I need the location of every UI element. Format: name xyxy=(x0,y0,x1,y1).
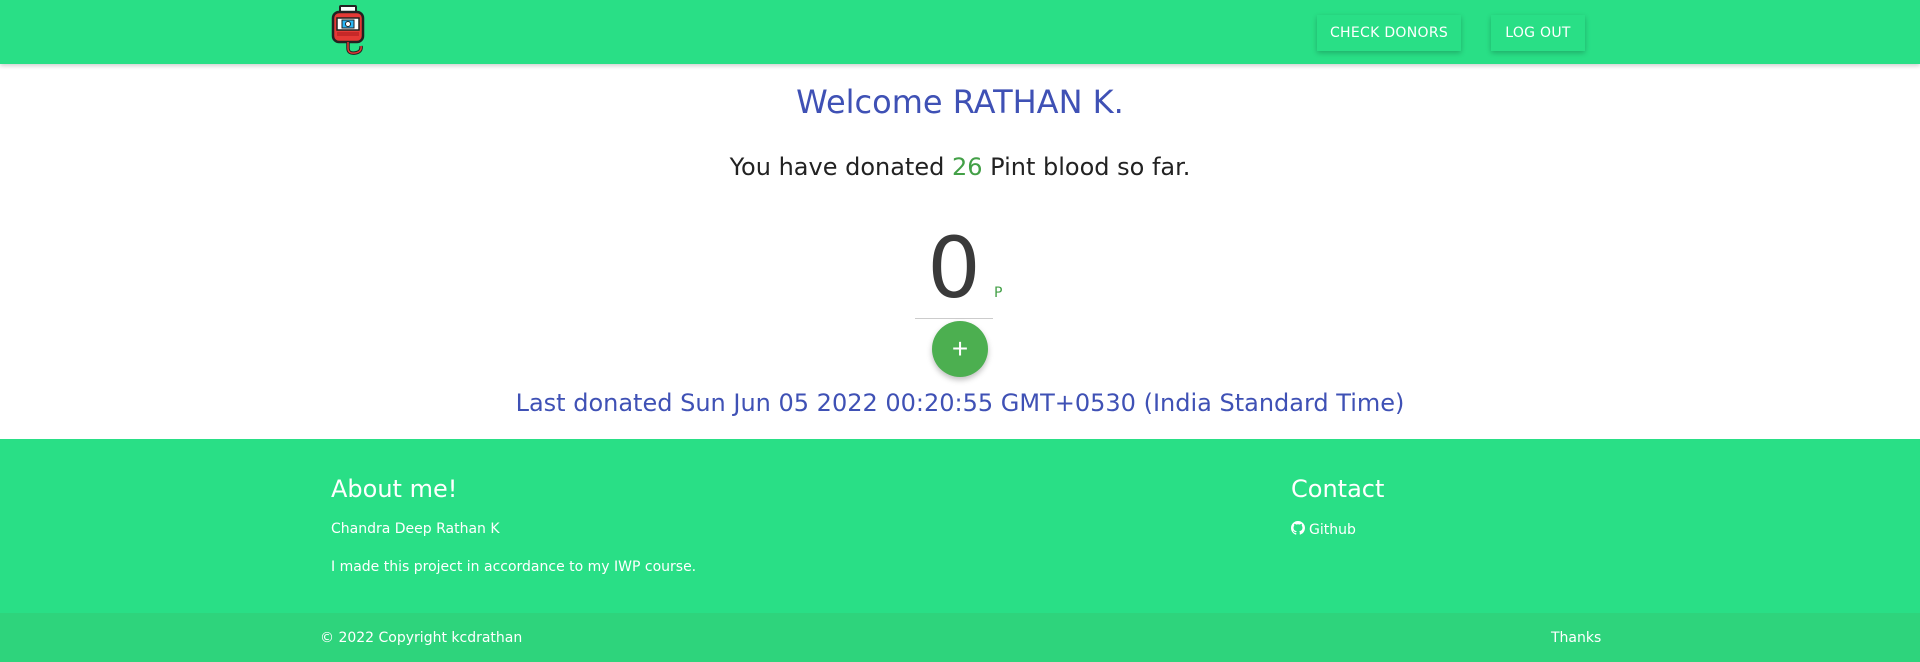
github-label: Github xyxy=(1309,522,1356,538)
donated-suffix: Pint blood so far. xyxy=(982,153,1191,181)
donated-count: 26 xyxy=(951,153,983,181)
pint-counter-input[interactable]: 0 xyxy=(915,218,993,319)
copyright-bar: © 2022 Copyright kcdrathan Thanks xyxy=(0,613,1920,662)
github-link[interactable]: Github xyxy=(1291,521,1356,539)
welcome-heading: Welcome RATHAN K. xyxy=(796,83,1124,121)
footer: About me! Chandra Deep Rathan K I made t… xyxy=(0,439,1920,613)
about-name: Chandra Deep Rathan K xyxy=(331,521,500,537)
about-title: About me! xyxy=(331,475,458,503)
logout-button[interactable]: LOG OUT xyxy=(1491,15,1585,51)
pint-counter-value: 0 xyxy=(927,219,981,317)
thanks-text: Thanks xyxy=(1551,630,1602,646)
top-navbar: CHECK DONORS LOG OUT xyxy=(0,0,1920,64)
donation-summary: You have donated 26 Pint blood so far. xyxy=(0,153,1920,181)
pint-unit-label: P xyxy=(994,285,1003,301)
github-icon xyxy=(1291,521,1305,539)
copyright-text: © 2022 Copyright kcdrathan xyxy=(320,630,523,646)
check-donors-button[interactable]: CHECK DONORS xyxy=(1317,15,1461,51)
last-donated-text: Last donated Sun Jun 05 2022 00:20:55 GM… xyxy=(515,389,1405,417)
blood-bag-icon[interactable] xyxy=(330,4,370,56)
plus-icon: + xyxy=(951,333,969,364)
contact-title: Contact xyxy=(1291,475,1385,503)
about-description: I made this project in accordance to my … xyxy=(331,559,697,575)
donated-prefix: You have donated xyxy=(729,153,952,181)
add-donation-button[interactable]: + xyxy=(932,321,988,377)
